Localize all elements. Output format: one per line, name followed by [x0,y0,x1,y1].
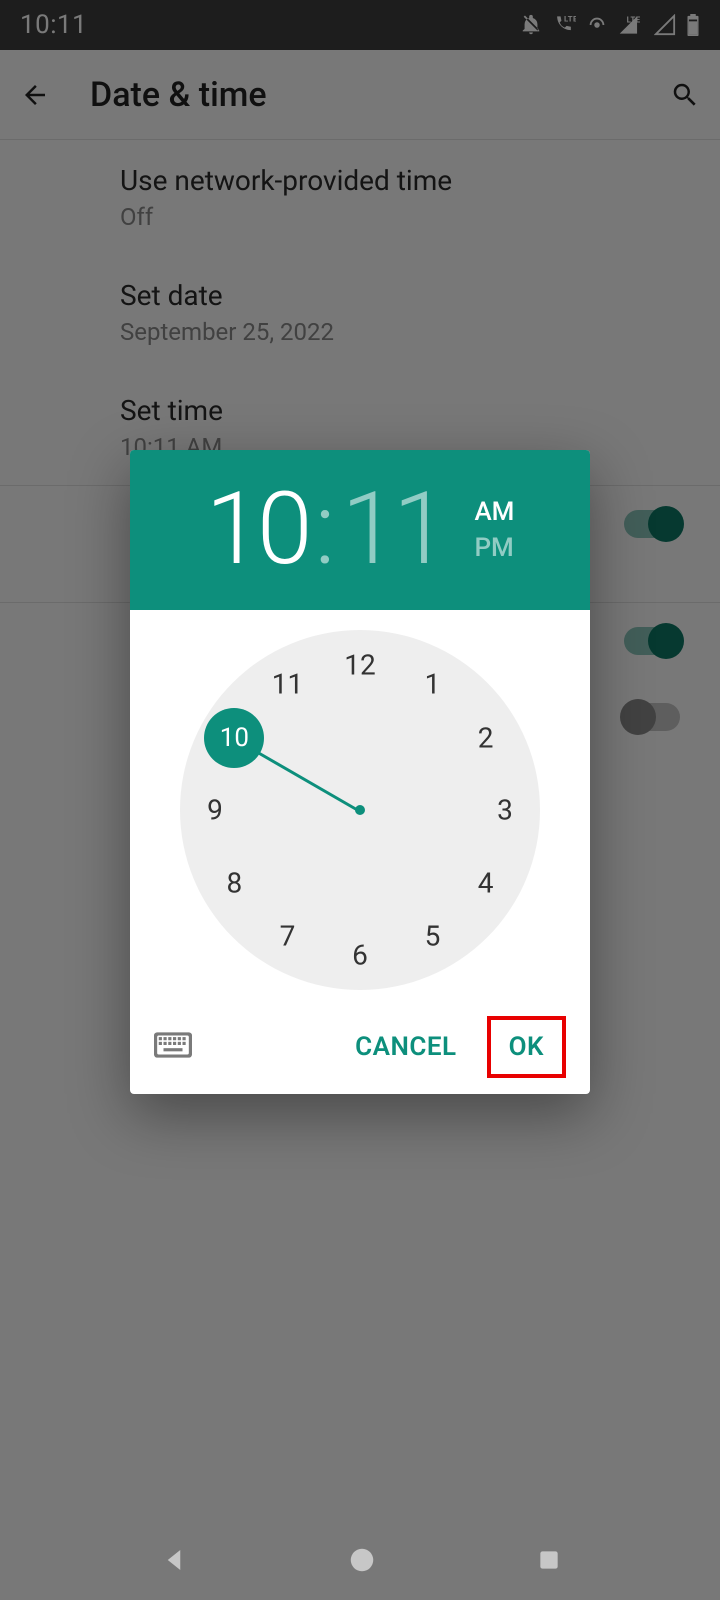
clock-hour-11[interactable]: 11 [272,668,303,701]
clock-hand [247,745,361,813]
keyboard-input-icon[interactable] [154,1031,192,1063]
time-colon: : [315,480,336,580]
clock-face[interactable]: 121234567891011 [180,630,540,990]
dialog-actions: CANCEL OK [130,1000,590,1094]
pm-option[interactable]: PM [474,533,514,563]
clock-hour-1[interactable]: 1 [425,668,441,701]
hour-display[interactable]: 10 [206,480,309,580]
clock-hour-6[interactable]: 6 [352,939,368,972]
am-option[interactable]: AM [474,497,514,527]
clock-center [355,805,365,815]
clock-hour-selected[interactable]: 10 [204,708,264,768]
cancel-button[interactable]: CANCEL [337,1020,474,1074]
clock-hour-12[interactable]: 12 [344,649,375,682]
nav-recent-icon[interactable] [536,1547,562,1573]
clock-hour-4[interactable]: 4 [478,866,494,899]
clock-hour-5[interactable]: 5 [425,919,441,952]
ok-button[interactable]: OK [487,1016,566,1078]
clock-hour-9[interactable]: 9 [207,794,223,827]
clock-hour-8[interactable]: 8 [227,866,243,899]
system-navbar [0,1520,720,1600]
ampm-toggle: AM PM [474,497,514,563]
nav-home-icon[interactable] [347,1545,377,1575]
nav-back-icon[interactable] [159,1545,189,1575]
clock-hour-7[interactable]: 7 [280,919,296,952]
time-picker-header: 10 : 11 AM PM [130,450,590,610]
clock-hour-3[interactable]: 3 [497,794,513,827]
minute-display[interactable]: 11 [342,480,445,580]
modal-scrim[interactable]: 10 : 11 AM PM 121234567891011 CANCEL OK [0,0,720,1600]
clock-face-container: 121234567891011 [130,610,590,1000]
clock-hour-2[interactable]: 2 [478,721,494,754]
time-picker-dialog: 10 : 11 AM PM 121234567891011 CANCEL OK [130,450,590,1094]
